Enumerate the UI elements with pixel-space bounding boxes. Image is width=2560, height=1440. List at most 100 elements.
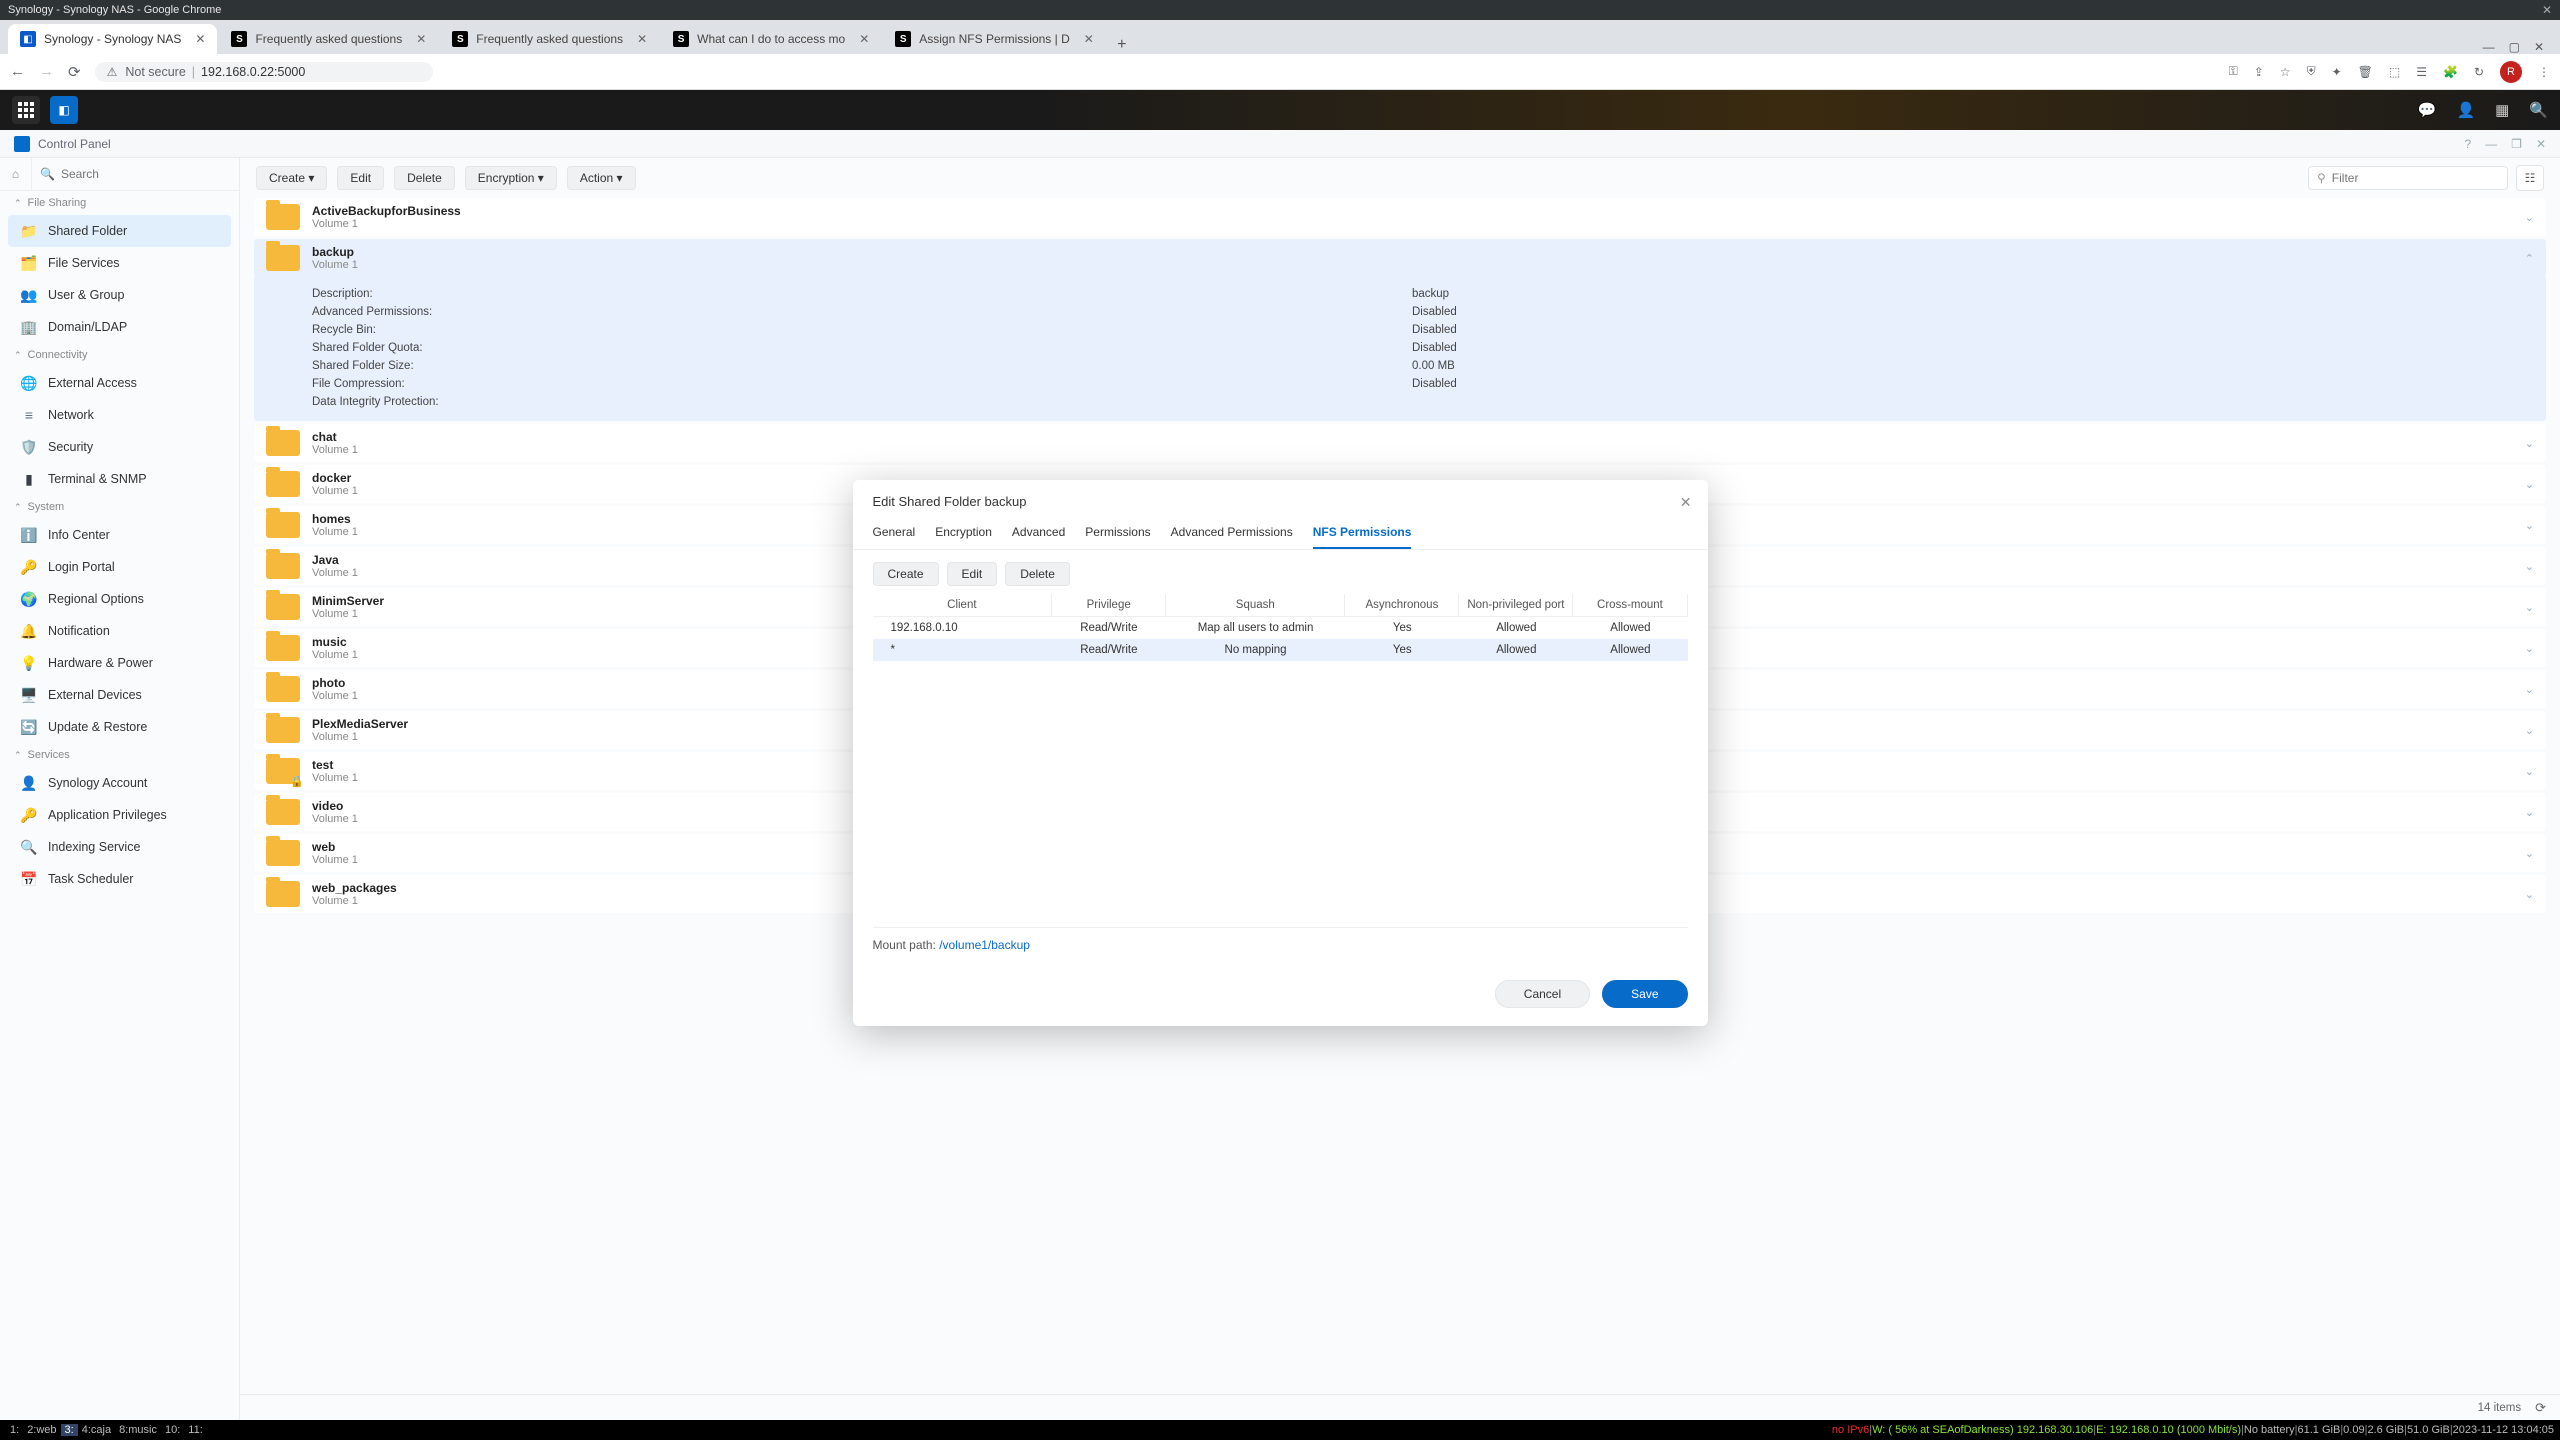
modal-edit-button[interactable]: Edit [947, 562, 998, 586]
load: 0.09 [2343, 1424, 2364, 1436]
key-icon[interactable]: ⚿ [2229, 64, 2238, 79]
tab-close-icon[interactable]: ✕ [1084, 32, 1094, 46]
bookmark-icon[interactable]: ☆ [2280, 65, 2291, 79]
favicon-icon: S [452, 31, 468, 47]
app-launcher-icon[interactable] [12, 96, 40, 124]
favicon-icon: S [231, 31, 247, 47]
profile-avatar[interactable]: R [2500, 61, 2522, 83]
table-header[interactable]: Non-privileged port [1459, 594, 1573, 617]
eth: E: 192.168.0.10 (1000 Mbit/s) [2096, 1424, 2241, 1436]
widgets-icon[interactable]: ▦ [2495, 101, 2509, 119]
modal-tab[interactable]: NFS Permissions [1313, 517, 1412, 549]
browser-tab[interactable]: SFrequently asked questions✕ [440, 24, 659, 54]
shield-icon[interactable]: ⛨ [2307, 64, 2316, 79]
window-maximize-icon[interactable]: ▢ [2509, 40, 2520, 54]
omnibox[interactable]: ⚠ Not secure | [95, 62, 433, 82]
table-row[interactable]: 192.168.0.10Read/WriteMap all users to a… [873, 617, 1688, 639]
workspace[interactable]: 2:web [23, 1424, 60, 1436]
table-cell: Allowed [1459, 617, 1573, 639]
table-header[interactable]: Client [873, 594, 1052, 617]
ext2-icon[interactable]: 🗑 [2358, 65, 2373, 79]
modal-tab[interactable]: Permissions [1085, 517, 1150, 549]
table-cell: Allowed [1459, 639, 1573, 661]
tab-label: What can I do to access mo [697, 32, 845, 46]
user-icon[interactable]: 👤 [2456, 101, 2475, 119]
tab-close-icon[interactable]: ✕ [195, 32, 205, 46]
tab-label: Frequently asked questions [255, 32, 402, 46]
modal-tab[interactable]: General [873, 517, 916, 549]
modal-delete-button[interactable]: Delete [1005, 562, 1070, 586]
table-header[interactable]: Cross-mount [1573, 594, 1687, 617]
modal-create-button[interactable]: Create [873, 562, 939, 586]
mount-path: Mount path: /volume1/backup [873, 927, 1688, 952]
url-input[interactable] [201, 65, 421, 79]
noipv6: no IPv6 [1832, 1424, 1869, 1436]
table-cell: Allowed [1573, 617, 1687, 639]
save-button[interactable]: Save [1602, 980, 1687, 1008]
nav-back-icon[interactable]: ← [10, 63, 25, 80]
table-cell: Read/Write [1052, 639, 1166, 661]
date: 2023-11-12 13:04:05 [2453, 1424, 2554, 1436]
favicon-icon: S [895, 31, 911, 47]
window-close-icon[interactable]: ✕ [2534, 40, 2544, 54]
window-minimize-icon[interactable]: — [2483, 40, 2495, 54]
extensions-icon[interactable]: 🧩 [2443, 65, 2458, 79]
table-header[interactable]: Squash [1166, 594, 1345, 617]
table-cell: Yes [1345, 639, 1459, 661]
table-cell: No mapping [1166, 639, 1345, 661]
cancel-button[interactable]: Cancel [1495, 980, 1590, 1008]
new-tab-button[interactable]: + [1108, 36, 1136, 54]
os-titlebar: Synology - Synology NAS - Google Chrome … [0, 0, 2560, 20]
browser-menu-icon[interactable]: ⋮ [2538, 65, 2550, 79]
tab-close-icon[interactable]: ✕ [637, 32, 647, 46]
modal-tab[interactable]: Encryption [935, 517, 992, 549]
workspace[interactable]: 1: [6, 1424, 23, 1436]
not-secure-label: Not secure [125, 65, 185, 79]
table-header[interactable]: Asynchronous [1345, 594, 1459, 617]
browser-tab[interactable]: ◧Synology - Synology NAS✕ [8, 24, 217, 54]
workspace[interactable]: 11: [184, 1424, 206, 1436]
nav-forward-icon[interactable]: → [39, 63, 54, 80]
workspace[interactable]: 4:caja [78, 1424, 115, 1436]
control-panel-taskbar-icon[interactable]: ◧ [50, 96, 78, 124]
workspace[interactable]: 8:music [115, 1424, 161, 1436]
control-panel-window: Control Panel ? — ❐ ✕ ⌂ 🔍 ⌃File Sharing📁… [0, 130, 2560, 1420]
table-cell: Map all users to admin [1166, 617, 1345, 639]
modal-tab[interactable]: Advanced [1012, 517, 1065, 549]
browser-tab[interactable]: S What can I do to access mo ✕ [661, 24, 881, 54]
ext4-icon[interactable]: ☰ [2416, 65, 2427, 79]
browser-tab[interactable]: S Frequently asked questions ✕ [219, 24, 438, 54]
workspace[interactable]: 10: [161, 1424, 184, 1436]
os-close-icon[interactable]: ✕ [2542, 3, 2552, 17]
workspace[interactable]: 3: [61, 1424, 78, 1436]
synology-header: ◧ 💬 👤 ▦ 🔍 [0, 90, 2560, 130]
ext3-icon[interactable]: ⬚ [2389, 65, 2400, 79]
modal-tab[interactable]: Advanced Permissions [1171, 517, 1293, 549]
modal-close-icon[interactable]: ✕ [1680, 494, 1692, 511]
edit-folder-modal: Edit Shared Folder backup ✕ GeneralEncry… [853, 480, 1708, 1026]
os-statusbar: 1:2:web3:4:caja8:music10:11: no IPv6 | W… [0, 1420, 2560, 1440]
favicon-icon: ◧ [20, 31, 36, 47]
table-cell: 192.168.0.10 [873, 617, 1052, 639]
share-icon[interactable]: ⇪ [2254, 65, 2264, 79]
table-row[interactable]: *Read/WriteNo mappingYesAllowedAllowed [873, 639, 1688, 661]
nfs-table: ClientPrivilegeSquashAsynchronousNon-pri… [873, 594, 1688, 927]
browser-tab[interactable]: SAssign NFS Permissions | D✕ [883, 24, 1106, 54]
table-cell: * [873, 639, 1052, 661]
tab-close-icon[interactable]: ✕ [416, 32, 426, 46]
modal-tabs: General Encryption Advanced Permissions Adva… [853, 517, 1708, 550]
nav-reload-icon[interactable]: ⟳ [68, 63, 81, 81]
table-header[interactable]: Privilege [1052, 594, 1166, 617]
mem: 61.1 GiB [2298, 1424, 2341, 1436]
bat: No battery [2244, 1424, 2295, 1436]
tab-close-icon[interactable]: ✕ [859, 32, 869, 46]
browser-tabstrip: ◧Synology - Synology NAS✕ S Frequently ask… [0, 20, 2560, 54]
os-title-text: Synology - Synology NAS - Google Chrome [8, 4, 221, 16]
search-icon[interactable]: 🔍 [2529, 101, 2548, 119]
table-cell: Allowed [1573, 639, 1687, 661]
updates-icon[interactable]: ↻ [2474, 65, 2484, 79]
favicon-icon: S [673, 31, 689, 47]
mount-path-link[interactable]: /volume1/backup [939, 938, 1030, 952]
ext1-icon[interactable]: ✦ [2332, 65, 2342, 79]
chat-icon[interactable]: 💬 [2418, 101, 2437, 119]
